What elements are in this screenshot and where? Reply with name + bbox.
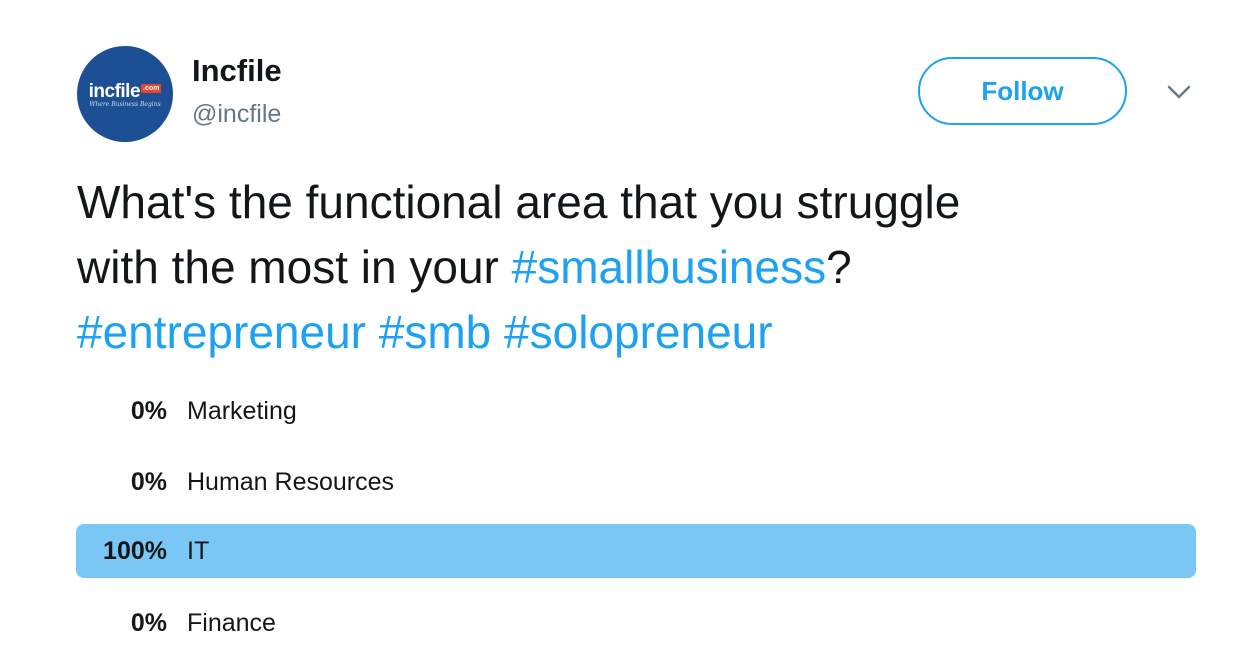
poll-choice: 0% Human Resources — [76, 455, 1196, 509]
tweet-line: What's the functional area that you stru… — [77, 176, 961, 228]
display-name[interactable]: Incfile — [192, 53, 282, 89]
poll-label: Human Resources — [187, 467, 395, 496]
incfile-logo: incfile .com — [89, 81, 162, 103]
poll-percent: 0% — [130, 608, 167, 637]
poll-choice: 0% Marketing — [76, 384, 1196, 438]
tweet-text: What's the functional area that you stru… — [77, 170, 1217, 365]
follow-button[interactable]: Follow — [918, 57, 1127, 125]
logo-wordmark: incfile — [88, 80, 141, 102]
logo-suffix: .com — [141, 84, 162, 93]
poll-label: IT — [187, 536, 210, 565]
chevron-down-icon[interactable] — [1164, 80, 1194, 104]
hashtag-link[interactable]: #smb — [379, 306, 491, 358]
poll-percent: 0% — [130, 396, 167, 425]
hashtag-link[interactable]: #entrepreneur — [77, 306, 366, 358]
poll-choice: 100% IT — [76, 524, 1196, 578]
logo-tagline: Where Business Begins — [89, 100, 161, 108]
tweet-line: #entrepreneur #smb #solopreneur — [77, 300, 1217, 365]
tweet-text-segment: with the most in your — [77, 241, 512, 293]
avatar[interactable]: incfile .com Where Business Begins — [77, 46, 173, 142]
poll-choice: 0% Finance — [76, 596, 1196, 650]
tweet-line: with the most in your #smallbusiness? — [77, 235, 1217, 300]
poll-result-bar — [76, 524, 1196, 578]
poll-label: Finance — [187, 608, 276, 637]
user-handle[interactable]: @incfile — [192, 100, 281, 129]
poll-label: Marketing — [187, 396, 297, 425]
tweet-text-segment: ? — [826, 241, 852, 293]
hashtag-link[interactable]: #smallbusiness — [512, 241, 826, 293]
hashtag-link[interactable]: #solopreneur — [504, 306, 773, 358]
poll-percent: 100% — [103, 536, 167, 565]
poll-percent: 0% — [130, 467, 167, 496]
